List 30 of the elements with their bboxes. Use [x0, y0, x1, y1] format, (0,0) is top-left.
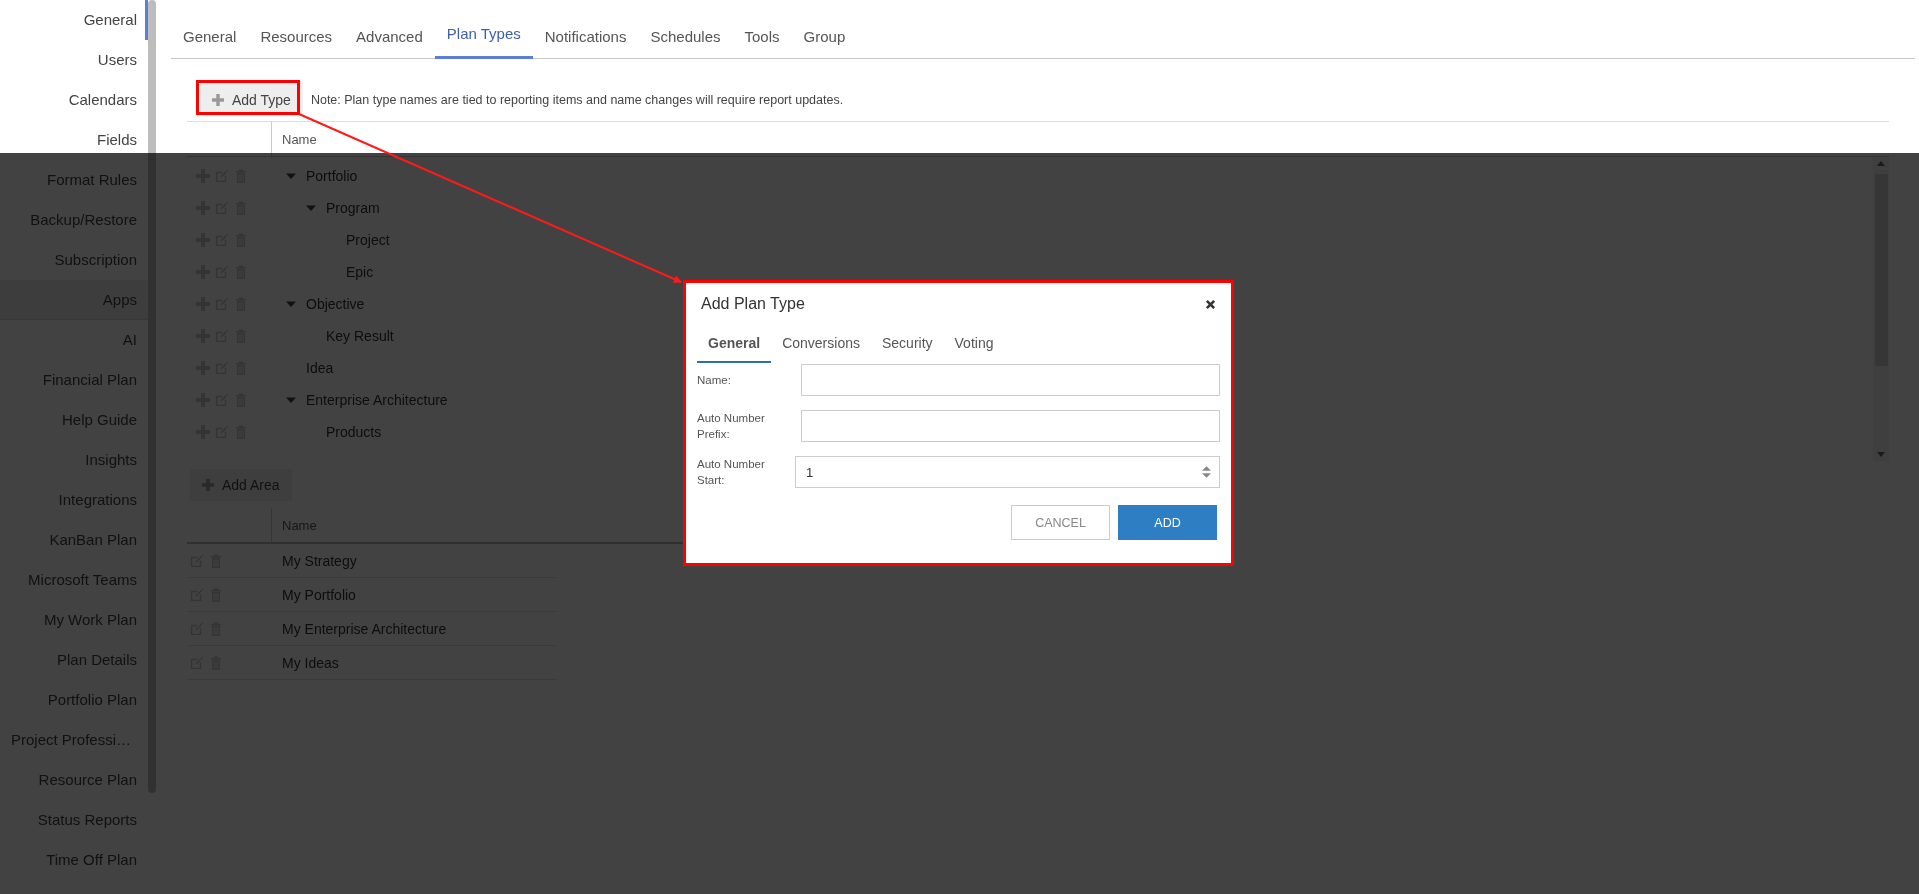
column-header: Name — [281, 131, 317, 147]
tab[interactable]: Advanced — [344, 18, 435, 59]
sidebar-item[interactable]: Calendars — [0, 80, 148, 120]
tab[interactable]: Tools — [732, 18, 792, 59]
tab[interactable]: Group — [791, 18, 858, 59]
number-field[interactable]: 1 — [795, 456, 1220, 488]
tab[interactable]: General — [697, 325, 772, 363]
spinner-arrows-icon[interactable] — [1202, 465, 1211, 479]
tab[interactable]: Plan Types — [434, 18, 533, 59]
input-field[interactable] — [800, 410, 1220, 442]
field-label: Auto Number Start: — [697, 457, 766, 488]
tab[interactable]: Security — [870, 325, 944, 363]
add-button[interactable]: ADD — [1118, 505, 1217, 540]
sidebar-item[interactable]: Users — [0, 40, 148, 80]
plus-icon — [212, 93, 224, 106]
tab[interactable]: General — [171, 18, 249, 59]
field-label: Auto Number Prefix: — [697, 411, 766, 442]
tab[interactable]: Voting — [943, 325, 1005, 363]
sidebar-item[interactable]: General — [0, 0, 148, 40]
note-text: Note: Plan type names are tied to reporting items and name changes will require report updates. — [310, 92, 844, 107]
tab[interactable]: Notifications — [532, 18, 639, 59]
add-type-button[interactable]: Add Type — [200, 83, 303, 116]
tab[interactable]: Conversions — [771, 325, 871, 363]
tab[interactable]: Resources — [248, 18, 345, 59]
tab[interactable]: Schedules — [638, 18, 733, 59]
close-icon[interactable] — [1205, 298, 1216, 310]
input-field[interactable] — [800, 364, 1220, 396]
dialog-title: Add Plan Type — [701, 295, 805, 313]
field-label: Name: — [697, 373, 732, 388]
cancel-button[interactable]: CANCEL — [1011, 505, 1110, 540]
